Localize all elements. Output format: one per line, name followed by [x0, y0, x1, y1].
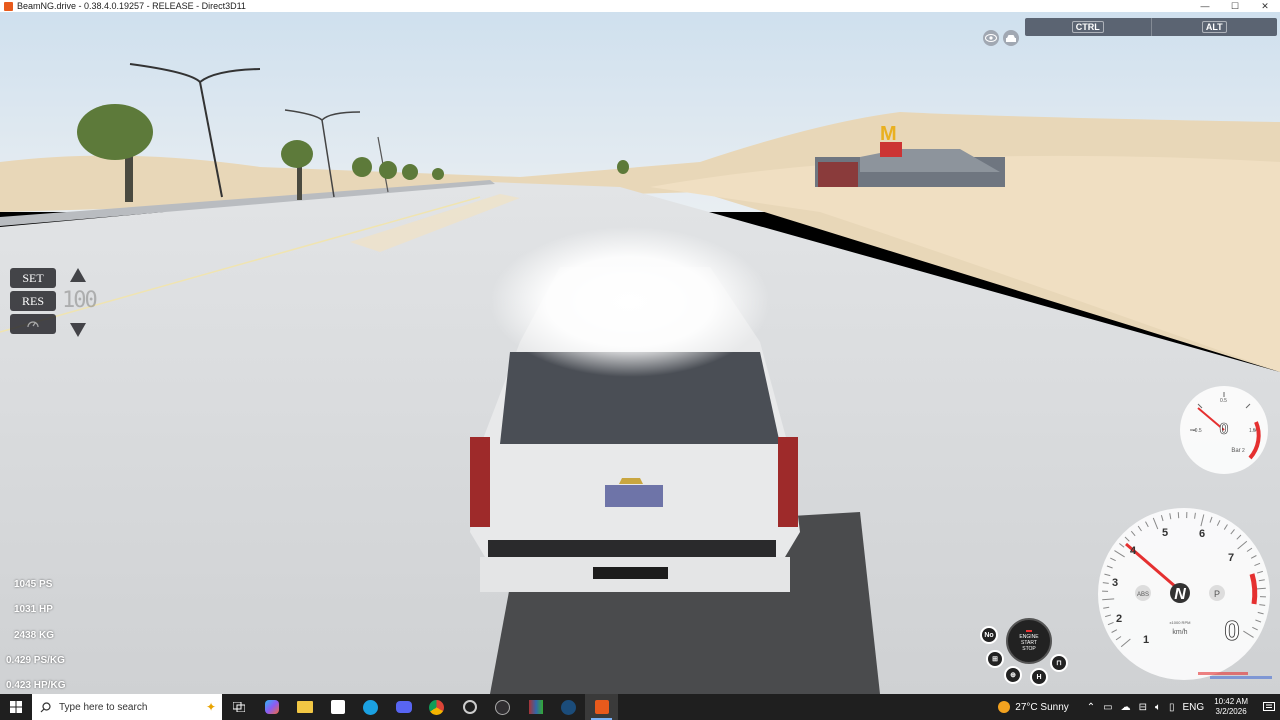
- microsoft-store-icon[interactable]: [321, 694, 354, 720]
- task-view-icon[interactable]: [222, 694, 255, 720]
- vehicle-controls-cluster: No ENGINE START STOP ⊞ ⊕ H ⊓: [978, 618, 1078, 690]
- rpm-tick: 4: [1130, 545, 1137, 557]
- hud-topright-icons: [983, 30, 1019, 46]
- boost-tick: 0.5: [1220, 398, 1227, 404]
- search-icon: [40, 701, 51, 712]
- maximize-button[interactable]: ☐: [1220, 1, 1250, 12]
- cruise-toggle-button[interactable]: [10, 314, 56, 334]
- stat-weight: 2438 KG: [14, 629, 55, 641]
- search-placeholder: Type here to search: [59, 701, 148, 713]
- weather-text: 27°C Sunny: [1015, 701, 1069, 713]
- edge-icon[interactable]: [354, 694, 387, 720]
- rpm-tick: 1: [1143, 634, 1149, 646]
- discord-icon[interactable]: [387, 694, 420, 720]
- volume-icon[interactable]: 🔈︎: [1155, 702, 1161, 713]
- tray-app-icon[interactable]: ▭: [1103, 702, 1112, 713]
- boost-value: 0: [1220, 421, 1229, 438]
- stat-ps: 1045 PS: [14, 579, 53, 590]
- stat-hp-per-kg: 0.423 HP/KG: [6, 680, 66, 692]
- boost-gauge: 0 Bar -0.5 0.5 1.5 2: [1176, 382, 1272, 483]
- cruise-target-speed: 100: [62, 288, 98, 313]
- language-indicator[interactable]: ENG: [1183, 702, 1205, 713]
- clock-date: 3/2/2026: [1215, 707, 1247, 716]
- obs-icon[interactable]: [486, 694, 519, 720]
- steam-icon[interactable]: [552, 694, 585, 720]
- eye-icon[interactable]: [983, 30, 999, 46]
- minimize-button[interactable]: —: [1190, 1, 1220, 11]
- window-titlebar: BeamNG.drive - 0.38.4.0.19257 - RELEASE …: [0, 0, 1280, 12]
- weather-widget[interactable]: 27°C Sunny: [998, 701, 1069, 713]
- engine-start-stop-button[interactable]: ENGINE START STOP: [1006, 618, 1052, 664]
- boost-tick: -0.5: [1193, 428, 1202, 434]
- rpm-unit: x1000 RPM: [1170, 620, 1191, 625]
- no-icon[interactable]: No: [980, 626, 998, 644]
- cruise-decrease-icon[interactable]: [70, 323, 86, 337]
- car-view-icon[interactable]: [1003, 30, 1019, 46]
- window-title: BeamNG.drive - 0.38.4.0.19257 - RELEASE …: [17, 1, 246, 11]
- onedrive-icon[interactable]: ☁: [1121, 702, 1131, 713]
- high-range-icon[interactable]: H: [1030, 668, 1048, 686]
- tachometer-gauge: 1 2 3 4 5 6 7 ABS N P x1000 RPM km/h 0: [1094, 504, 1274, 689]
- abs-indicator: ABS: [1137, 592, 1149, 598]
- search-highlights-icon: ✦: [205, 700, 216, 714]
- svg-text:M: M: [880, 123, 897, 145]
- windows-taskbar: Type here to search ✦ 27°C Sunny ⌃ ▭ ☁ ⊟…: [0, 694, 1280, 720]
- sun-icon: [998, 701, 1011, 713]
- copilot-icon[interactable]: [255, 694, 288, 720]
- chrome-icon[interactable]: [420, 694, 453, 720]
- file-explorer-icon[interactable]: [288, 694, 321, 720]
- stat-hp: 1031 HP: [14, 604, 53, 616]
- four-wheel-drive-icon[interactable]: ⊕: [1004, 666, 1022, 684]
- speed-unit: km/h: [1172, 629, 1187, 636]
- chevron-up-icon[interactable]: ⌃: [1087, 702, 1095, 713]
- rpm-tick: 3: [1112, 577, 1118, 589]
- cruise-increase-icon[interactable]: [70, 268, 86, 282]
- speed-value: 0: [1224, 615, 1240, 646]
- park-brake-indicator: P: [1214, 589, 1220, 599]
- winrar-icon[interactable]: [519, 694, 552, 720]
- beamng-app-icon: [4, 1, 13, 11]
- boost-tick: 1.5: [1249, 428, 1256, 434]
- rpm-tick: 5: [1162, 527, 1168, 539]
- differential-lock-icon[interactable]: ⊞: [986, 650, 1004, 668]
- rpm-tick: 7: [1228, 552, 1234, 564]
- gear-indicator: N: [1174, 586, 1186, 603]
- notification-icon[interactable]: [1258, 694, 1280, 720]
- game-scene: M: [0, 12, 1280, 694]
- clock-time: 10:42 AM: [1214, 697, 1248, 706]
- clock[interactable]: 10:42 AM 3/2/2026: [1214, 697, 1248, 717]
- alt-key: ALT: [1152, 18, 1278, 36]
- game-viewport[interactable]: M CTRL ALT SET RES 100 1045 PS 1031 HP 2…: [0, 12, 1280, 694]
- system-tray: 27°C Sunny ⌃ ▭ ☁ ⊟ 🔈︎ ▯ ENG 10:42 AM 3/2…: [998, 694, 1280, 720]
- boost-unit: Bar: [1231, 448, 1240, 454]
- battery-icon[interactable]: ▯: [1169, 702, 1175, 713]
- cruise-control: SET RES 100: [10, 268, 98, 337]
- stop-label: STOP: [1022, 646, 1036, 652]
- cruise-res-button[interactable]: RES: [10, 291, 56, 311]
- start-button[interactable]: [0, 694, 32, 720]
- network-icon[interactable]: ⊟: [1139, 702, 1147, 713]
- modifier-keys-bar: CTRL ALT: [1025, 18, 1277, 36]
- rpm-tick: 6: [1199, 528, 1205, 540]
- taskbar-search-box[interactable]: Type here to search ✦: [32, 694, 222, 720]
- vehicle-stats: 1045 PS 1031 HP 2438 KG 0.429 PS/KG 0.42…: [6, 572, 65, 694]
- steam-settings-icon[interactable]: [453, 694, 486, 720]
- stat-ps-per-kg: 0.429 PS/KG: [6, 654, 65, 666]
- screen: BeamNG.drive - 0.38.4.0.19257 - RELEASE …: [0, 0, 1280, 720]
- boost-tick: 2: [1242, 448, 1245, 454]
- beamng-taskbar-icon[interactable]: [585, 694, 618, 720]
- rpm-tick: 2: [1116, 613, 1122, 625]
- cruise-set-button[interactable]: SET: [10, 268, 56, 288]
- ctrl-key: CTRL: [1025, 18, 1151, 36]
- gearbox-mode-icon[interactable]: ⊓: [1050, 654, 1068, 672]
- close-button[interactable]: ✕: [1250, 1, 1280, 12]
- speedometer-icon: [27, 321, 39, 328]
- windows-logo-icon: [10, 701, 22, 713]
